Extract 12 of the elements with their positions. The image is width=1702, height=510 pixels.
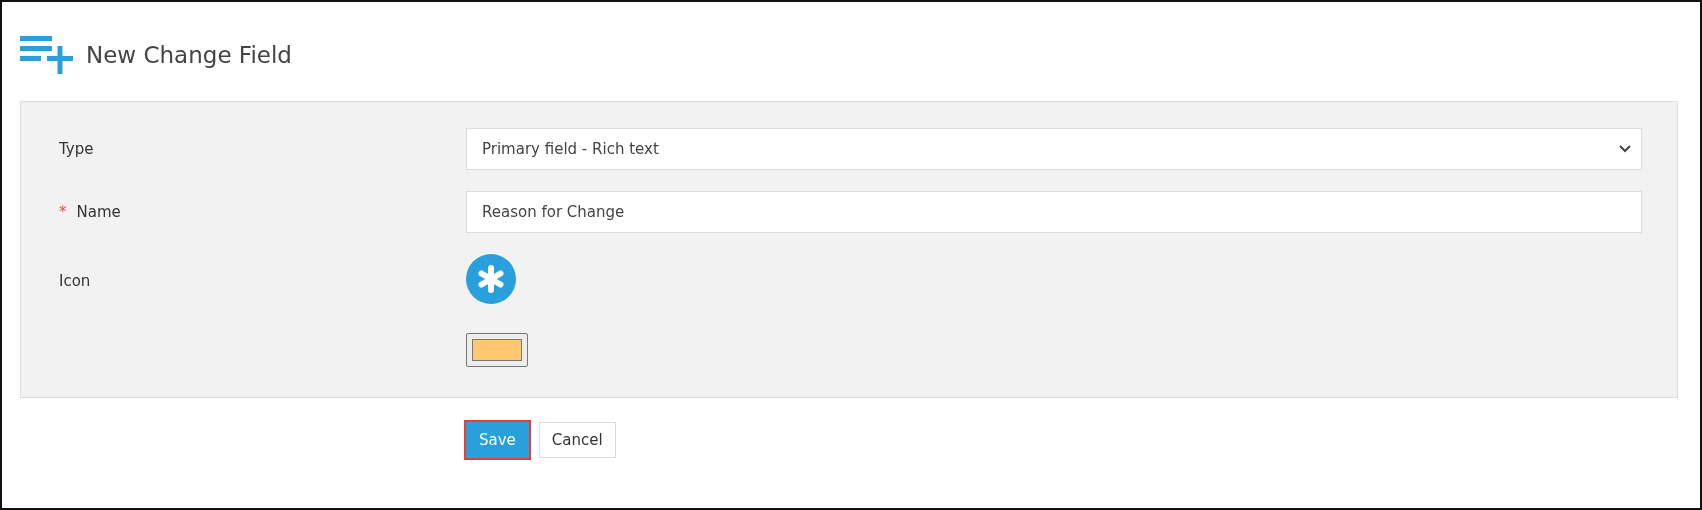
required-mark: * — [59, 203, 67, 221]
cancel-button[interactable]: Cancel — [538, 422, 616, 458]
type-dropdown[interactable]: Primary field - Rich text — [466, 128, 1642, 170]
list-add-icon — [20, 36, 74, 74]
asterisk-icon[interactable] — [466, 254, 516, 304]
chevron-down-icon — [1619, 145, 1631, 153]
field-label: Name — [76, 203, 121, 221]
field-label: Icon — [59, 272, 91, 290]
field-label: Type — [59, 140, 94, 158]
name-input-field[interactable]: Reason for Change — [466, 191, 1642, 233]
page-title: New Change Field — [86, 42, 292, 68]
color-picker-button[interactable] — [466, 333, 528, 367]
